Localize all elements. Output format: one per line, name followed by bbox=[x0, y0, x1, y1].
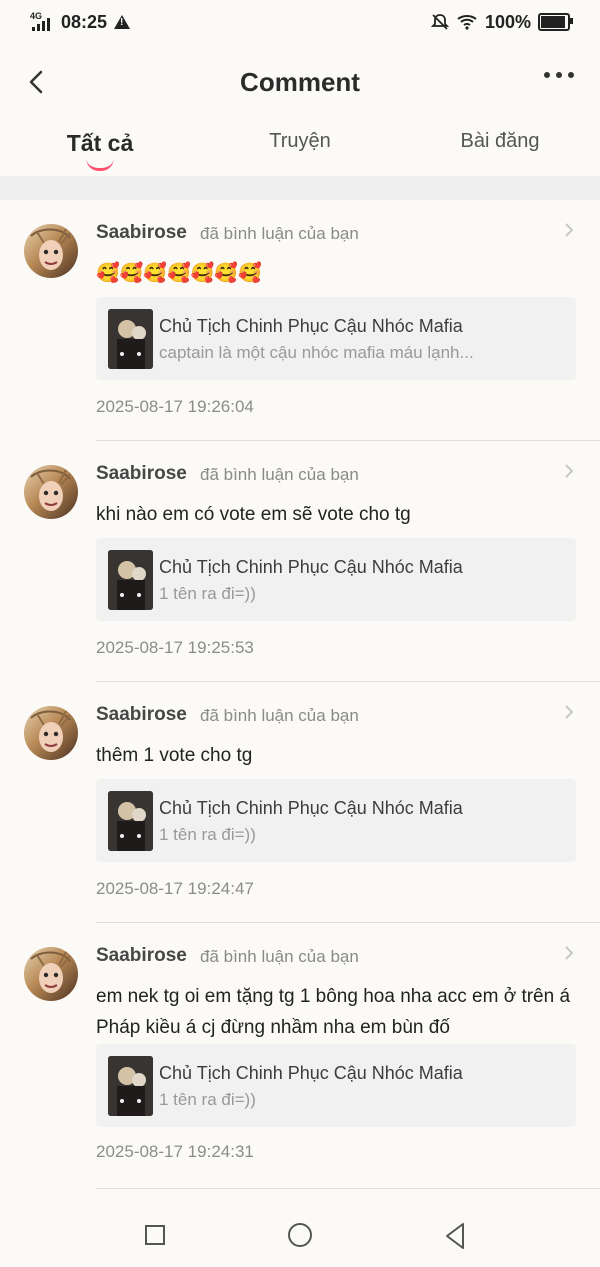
page-title: Comment bbox=[240, 66, 360, 97]
chevron-right-icon[interactable] bbox=[564, 704, 574, 720]
username[interactable]: Saabirose bbox=[96, 945, 187, 967]
comment-text: thêm 1 vote cho tg bbox=[96, 745, 253, 766]
username[interactable]: Saabirose bbox=[96, 463, 187, 485]
username[interactable]: Saabirose bbox=[96, 704, 187, 726]
tab-all[interactable]: Tất cả bbox=[67, 130, 133, 157]
chevron-right-icon[interactable] bbox=[564, 945, 574, 961]
status-left: 4G 08:25 bbox=[30, 11, 131, 33]
battery-icon bbox=[538, 13, 573, 31]
comment-time: 2025-08-17 19:24:47 bbox=[96, 879, 254, 898]
system-navigation-bar bbox=[0, 1195, 600, 1267]
story-excerpt: 1 tên ra đi=)) bbox=[159, 825, 256, 844]
comment-action-text: đã bình luận của bạn bbox=[200, 706, 359, 725]
tab-stories[interactable]: Truyện bbox=[269, 130, 331, 153]
avatar[interactable] bbox=[24, 706, 78, 760]
comment-time: 2025-08-17 19:25:53 bbox=[96, 638, 254, 657]
story-title: Chủ Tịch Chinh Phục Cậu Nhóc Mafia bbox=[159, 557, 463, 577]
story-excerpt: captain là một cậu nhóc mafia máu lạnh..… bbox=[159, 343, 474, 362]
comment-action-text: đã bình luận của bạn bbox=[200, 465, 359, 484]
tab-posts[interactable]: Bài đăng bbox=[461, 130, 540, 153]
battery-percentage: 100% bbox=[484, 11, 531, 32]
story-card[interactable]: Chủ Tịch Chinh Phục Cậu Nhóc Mafia capta… bbox=[96, 297, 576, 380]
status-right: 100% bbox=[430, 11, 573, 33]
story-cover bbox=[108, 791, 153, 851]
status-bar: 4G 08:25 100% bbox=[0, 0, 600, 44]
story-excerpt: 1 tên ra đi=)) bbox=[159, 584, 256, 603]
recent-apps-icon[interactable] bbox=[145, 1225, 165, 1245]
system-back-icon[interactable] bbox=[443, 1222, 467, 1250]
mute-bell-icon bbox=[430, 14, 449, 30]
username[interactable]: Saabirose bbox=[96, 222, 187, 244]
avatar[interactable] bbox=[24, 947, 78, 1001]
story-excerpt: 1 tên ra đi=)) bbox=[159, 1090, 256, 1109]
story-card[interactable]: Chủ Tịch Chinh Phục Cậu Nhóc Mafia 1 tên… bbox=[96, 538, 576, 621]
story-card[interactable]: Chủ Tịch Chinh Phục Cậu Nhóc Mafia 1 tên… bbox=[96, 1044, 576, 1127]
avatar[interactable] bbox=[24, 224, 78, 278]
story-title: Chủ Tịch Chinh Phục Cậu Nhóc Mafia bbox=[159, 1063, 463, 1083]
story-title: Chủ Tịch Chinh Phục Cậu Nhóc Mafia bbox=[159, 316, 463, 336]
comment-item[interactable]: Saabirose đã bình luận của bạn em nek tg… bbox=[0, 923, 600, 1189]
clock: 08:25 bbox=[61, 11, 108, 32]
comment-text: khi nào em có vote em sẽ vote cho tg bbox=[96, 504, 411, 525]
comment-action-text: đã bình luận của bạn bbox=[200, 947, 359, 966]
wifi-icon bbox=[457, 15, 477, 30]
comment-item[interactable]: Saabirose đã bình luận của bạn khi nào e… bbox=[0, 441, 600, 683]
story-title: Chủ Tịch Chinh Phục Cậu Nhóc Mafia bbox=[159, 798, 463, 818]
comment-text: 🥰🥰🥰🥰🥰🥰🥰 bbox=[96, 263, 262, 284]
comment-time: 2025-08-17 19:26:04 bbox=[96, 397, 254, 416]
cellular-signal-icon: 4G bbox=[30, 11, 54, 31]
comment-item[interactable]: Saabirose đã bình luận của bạn thêm 1 vo… bbox=[0, 682, 600, 924]
chevron-right-icon[interactable] bbox=[564, 463, 574, 479]
warning-icon bbox=[114, 15, 131, 29]
section-separator bbox=[0, 176, 600, 200]
top-navigation: Comment bbox=[0, 44, 600, 120]
divider bbox=[96, 1188, 600, 1189]
story-card[interactable]: Chủ Tịch Chinh Phục Cậu Nhóc Mafia 1 tên… bbox=[96, 779, 576, 862]
story-cover bbox=[108, 309, 153, 369]
avatar[interactable] bbox=[24, 465, 78, 519]
comment-text: em nek tg oi em tặng tg 1 bông hoa nha a… bbox=[96, 986, 571, 1038]
comment-action-text: đã bình luận của bạn bbox=[200, 224, 359, 243]
story-cover bbox=[108, 1056, 153, 1116]
story-cover bbox=[108, 550, 153, 610]
chevron-right-icon[interactable] bbox=[564, 222, 574, 238]
comment-item[interactable]: Saabirose đã bình luận của bạn 🥰🥰🥰🥰🥰🥰🥰 C… bbox=[0, 200, 600, 442]
back-arrow-icon[interactable] bbox=[24, 68, 52, 96]
comment-time: 2025-08-17 19:24:31 bbox=[96, 1142, 254, 1161]
home-icon[interactable] bbox=[288, 1223, 312, 1247]
more-options-icon[interactable] bbox=[544, 72, 574, 78]
